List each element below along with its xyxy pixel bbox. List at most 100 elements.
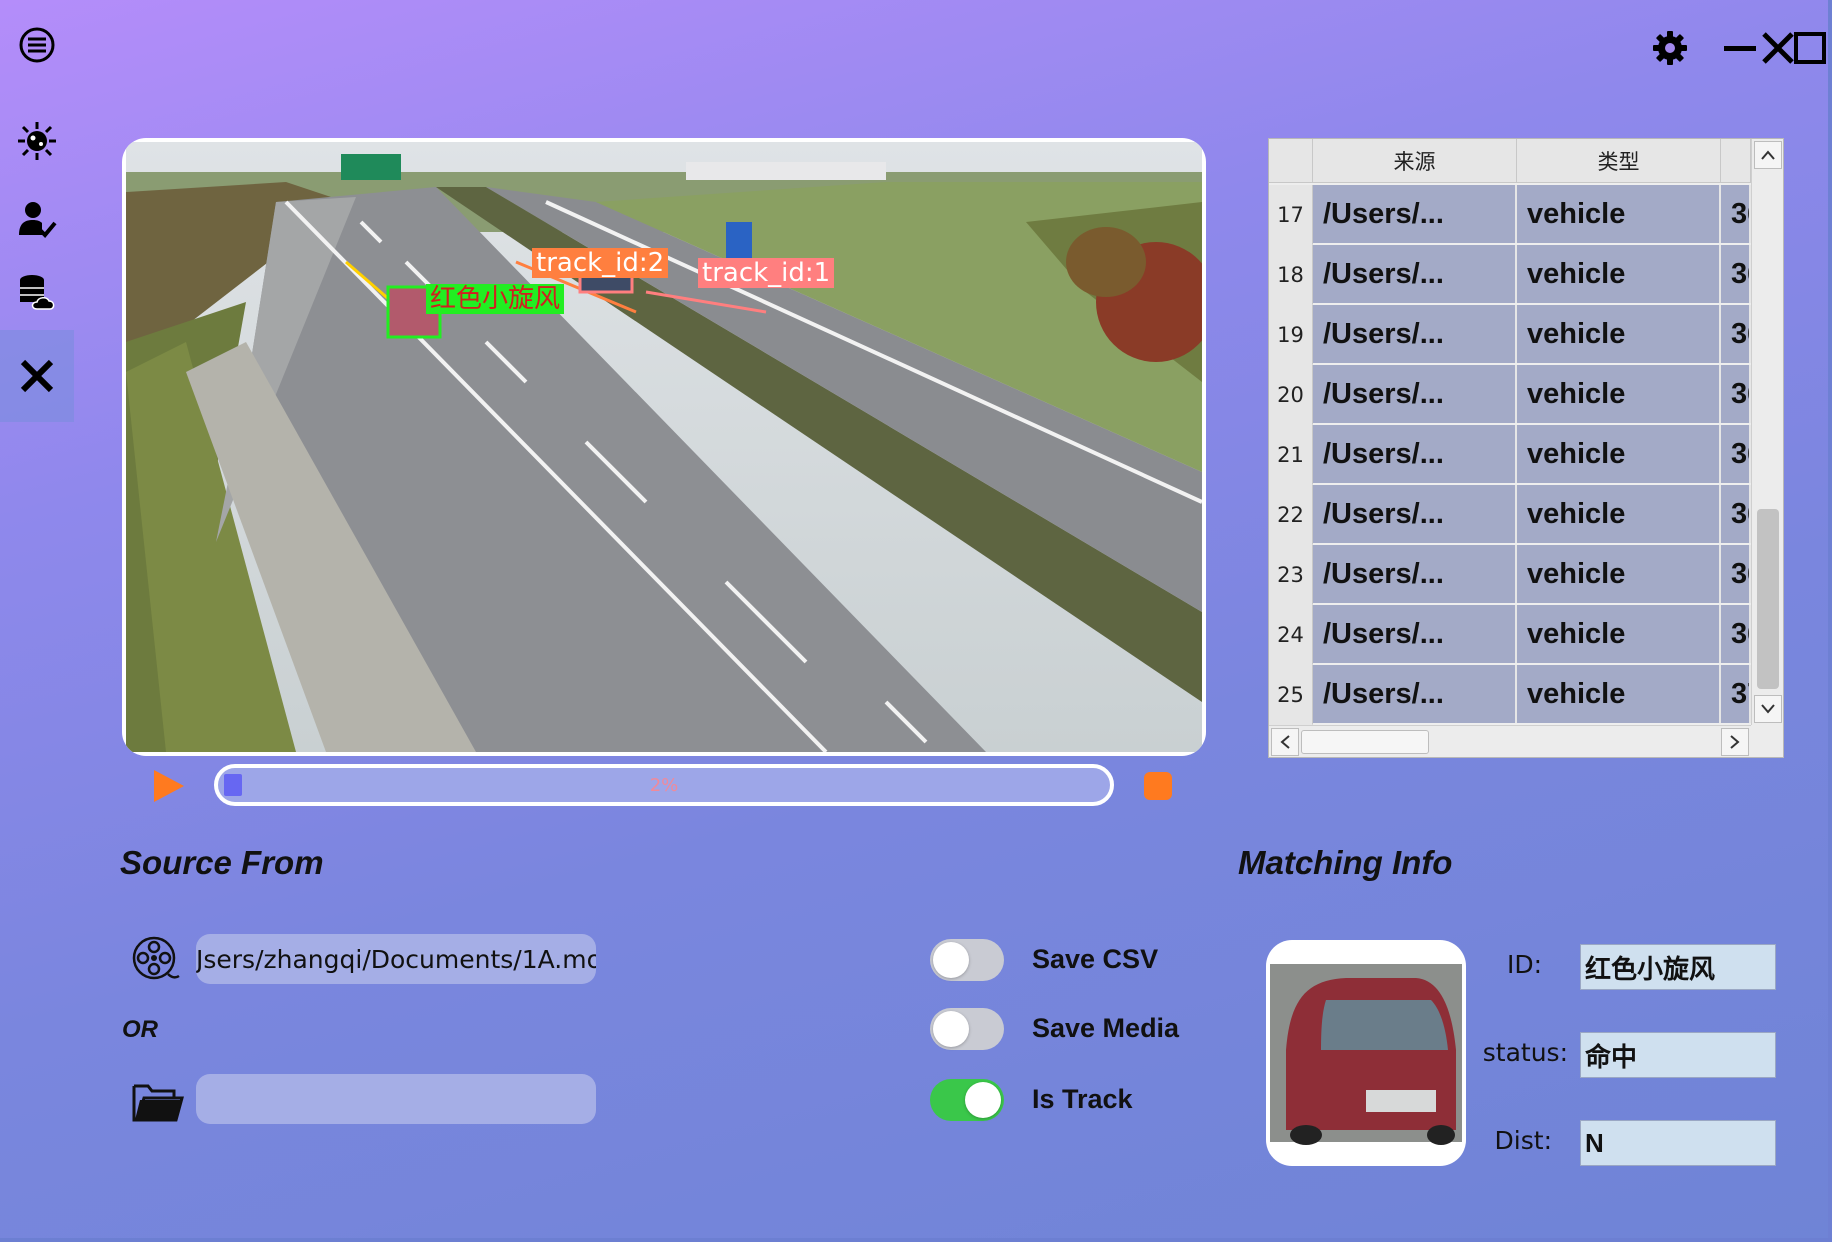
cell-type: vehicle <box>1517 185 1721 243</box>
cell-source: /Users/... <box>1313 545 1517 603</box>
status-field[interactable]: 命中 <box>1580 1032 1776 1078</box>
cell-source: /Users/... <box>1313 425 1517 483</box>
cell-type: vehicle <box>1517 245 1721 303</box>
matching-info-title: Matching Info <box>1238 844 1453 881</box>
table-row[interactable]: 18/Users/...vehicle36 <box>1269 245 1751 305</box>
table-row[interactable]: 21/Users/...vehicle36 <box>1269 425 1751 485</box>
film-reel-icon[interactable] <box>130 934 180 984</box>
window-edge <box>1828 0 1832 1242</box>
row-number: 23 <box>1269 545 1313 605</box>
matched-vehicle-image <box>1270 964 1462 1145</box>
row-number: 17 <box>1269 185 1313 245</box>
user-check-button[interactable] <box>0 182 74 256</box>
table-row[interactable]: 20/Users/...vehicle36 <box>1269 365 1751 425</box>
column-header-type[interactable]: 类型 <box>1517 139 1721 183</box>
scroll-up-button[interactable] <box>1754 141 1782 169</box>
database-button[interactable] <box>0 256 74 330</box>
chevron-right-icon <box>1730 735 1740 749</box>
scroll-corner <box>1751 725 1783 757</box>
cell-type: vehicle <box>1517 425 1721 483</box>
toggle-knob <box>965 1082 1001 1118</box>
is-track-toggle[interactable] <box>930 1079 1004 1121</box>
cell-extra: 37 <box>1721 665 1751 723</box>
cell-type: vehicle <box>1517 665 1721 723</box>
cell-source: /Users/... <box>1313 605 1517 663</box>
cell-extra: 36 <box>1721 185 1751 243</box>
minimize-icon <box>1724 46 1756 51</box>
save-media-label: Save Media <box>1032 1013 1180 1043</box>
chevron-left-icon <box>1280 735 1290 749</box>
row-number: 21 <box>1269 425 1313 485</box>
cell-type: vehicle <box>1517 605 1721 663</box>
play-icon[interactable] <box>150 768 186 804</box>
table-row[interactable]: 25/Users/...vehicle37 <box>1269 665 1751 725</box>
row-number: 20 <box>1269 365 1313 425</box>
cell-extra: 36 <box>1721 545 1751 603</box>
detection-label-target: 红色小旋风 <box>426 284 565 314</box>
row-number: 18 <box>1269 245 1313 305</box>
video-path-input[interactable]: Jsers/zhangqi/Documents/1A.mov <box>196 934 596 984</box>
settings-button[interactable] <box>1648 26 1692 70</box>
id-field[interactable]: 红色小旋风 <box>1580 944 1776 990</box>
row-number: 24 <box>1269 605 1313 665</box>
close-icon <box>20 359 54 393</box>
column-header-source[interactable]: 来源 <box>1313 139 1517 183</box>
cell-source: /Users/... <box>1313 305 1517 363</box>
save-csv-label: Save CSV <box>1032 944 1159 974</box>
menu-button[interactable] <box>0 8 74 82</box>
status-label: status: <box>1482 1038 1568 1067</box>
virus-icon <box>18 122 56 160</box>
toggle-knob <box>933 942 969 978</box>
id-label: ID: <box>1506 950 1542 979</box>
user-check-icon <box>19 202 57 238</box>
horizontal-scrollbar[interactable] <box>1269 725 1751 757</box>
chevron-down-icon <box>1761 704 1775 714</box>
cell-source: /Users/... <box>1313 485 1517 543</box>
cell-source: /Users/... <box>1313 365 1517 423</box>
cell-extra: 36 <box>1721 365 1751 423</box>
row-number: 19 <box>1269 305 1313 365</box>
window-bottom-edge <box>0 1238 1832 1242</box>
stop-button[interactable] <box>1144 772 1172 800</box>
table-row[interactable]: 19/Users/...vehicle36 <box>1269 305 1751 365</box>
save-media-toggle[interactable] <box>930 1008 1004 1050</box>
folder-path-input[interactable] <box>196 1074 596 1124</box>
cell-extra: 36 <box>1721 605 1751 663</box>
table-corner <box>1269 139 1313 183</box>
cell-type: vehicle <box>1517 365 1721 423</box>
table-row[interactable]: 23/Users/...vehicle36 <box>1269 545 1751 605</box>
scroll-left-button[interactable] <box>1271 728 1299 756</box>
results-table: 来源 类型 17/Users/...vehicle3618/Users/...v… <box>1268 138 1784 758</box>
cell-extra: 36 <box>1721 305 1751 363</box>
close-panel-button[interactable] <box>0 330 74 422</box>
matched-vehicle-thumbnail <box>1266 940 1466 1166</box>
folder-icon[interactable] <box>132 1080 184 1124</box>
cell-extra: 36 <box>1721 485 1751 543</box>
detection-button[interactable] <box>0 104 74 178</box>
table-row[interactable]: 22/Users/...vehicle36 <box>1269 485 1751 545</box>
detection-label-track-1: track_id:1 <box>698 258 835 288</box>
scroll-right-button[interactable] <box>1721 728 1749 756</box>
cell-source: /Users/... <box>1313 185 1517 243</box>
progress-bar[interactable]: 2% <box>214 764 1114 806</box>
video-display[interactable]: track_id:2 track_id:1 红色小旋风 <box>122 138 1206 756</box>
table-row[interactable]: 24/Users/...vehicle36 <box>1269 605 1751 665</box>
column-header-extra[interactable] <box>1721 139 1751 183</box>
save-csv-toggle[interactable] <box>930 939 1004 981</box>
database-cloud-icon <box>20 275 55 310</box>
scroll-down-button[interactable] <box>1754 695 1782 723</box>
app-window: track_id:2 track_id:1 红色小旋风 2% 来源 类型 17/… <box>0 0 1832 1242</box>
detection-label-track-2: track_id:2 <box>532 248 669 278</box>
cell-extra: 36 <box>1721 245 1751 303</box>
vertical-scrollbar[interactable] <box>1751 139 1783 725</box>
cell-extra: 36 <box>1721 425 1751 483</box>
vertical-scroll-thumb[interactable] <box>1757 509 1779 689</box>
horizontal-scroll-thumb[interactable] <box>1301 730 1429 754</box>
close-icon <box>1762 32 1794 64</box>
toggle-knob <box>933 1011 969 1047</box>
chevron-up-icon <box>1761 150 1775 160</box>
dist-field[interactable]: N <box>1580 1120 1776 1166</box>
table-row[interactable]: 17/Users/...vehicle36 <box>1269 185 1751 245</box>
highway-scene <box>126 142 1202 752</box>
window-close-x[interactable] <box>1756 26 1800 70</box>
